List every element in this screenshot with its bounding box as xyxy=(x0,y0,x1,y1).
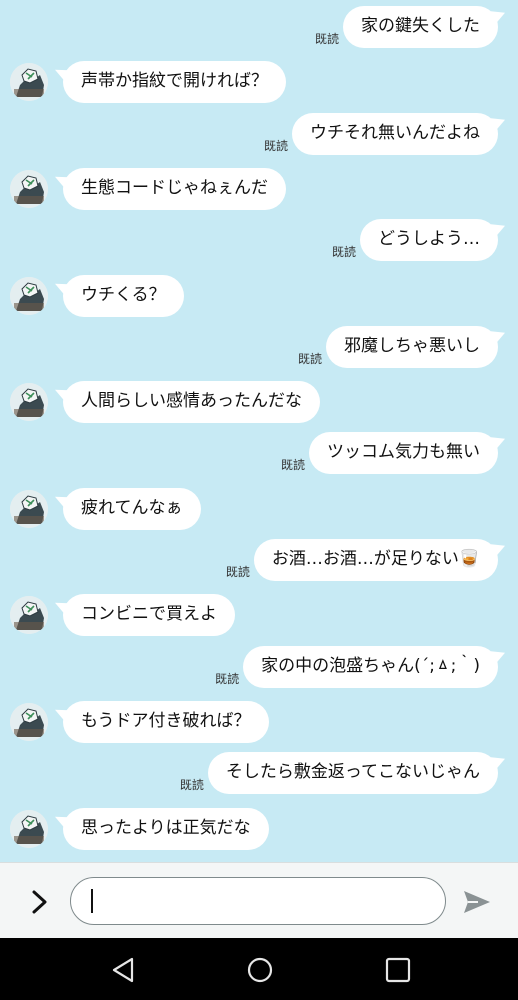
received-message-bubble[interactable]: 生態コードじゃねぇんだ xyxy=(63,167,286,210)
sent-message-bubble[interactable]: そしたら敷金返ってこないじゃん xyxy=(207,752,498,795)
chevron-right-icon[interactable] xyxy=(28,889,52,915)
back-triangle-icon[interactable] xyxy=(110,956,138,984)
received-message-row: 思ったよりは正気だな xyxy=(0,802,518,855)
sent-message-bubble[interactable]: 家の中の泡盛ちゃん(´;ㅿ;｀) xyxy=(243,645,498,688)
sent-message-bubble[interactable]: ツッコム気力も無い xyxy=(309,432,498,475)
read-receipt: 既読 xyxy=(331,245,356,260)
text-caret xyxy=(91,889,93,913)
received-message-bubble[interactable]: 疲れてんなぁ xyxy=(63,487,201,530)
avatar-icon[interactable] xyxy=(10,702,48,741)
sent-message-bubble[interactable]: ウチそれ無いんだよね xyxy=(292,112,498,155)
received-message-row: 生態コードじゃねぇんだ xyxy=(0,162,518,215)
sent-message-bubble[interactable]: 邪魔しちゃ悪いし xyxy=(326,325,498,368)
recents-square-icon[interactable] xyxy=(384,956,412,984)
sent-message-bubble[interactable]: 家の鍵失くした xyxy=(343,6,498,48)
read-receipt: 既読 xyxy=(280,458,305,473)
received-message-row: コンビニで買えよ xyxy=(0,588,518,641)
received-message-row: 人間らしい感情あったんだな xyxy=(0,375,518,428)
sent-message-row: 家の鍵失くした 既読 xyxy=(0,2,518,55)
system-navigation-bar xyxy=(0,938,518,1000)
avatar-icon[interactable] xyxy=(10,169,48,208)
avatar-icon[interactable] xyxy=(10,489,48,528)
received-message-bubble[interactable]: もうドア付き破れば？ xyxy=(63,700,269,743)
received-message-bubble[interactable]: 人間らしい感情あったんだな xyxy=(63,381,320,424)
sent-message-row: 邪魔しちゃ悪いし 既読 xyxy=(0,322,518,375)
received-message-bubble[interactable]: 声帯か指紋で開ければ？ xyxy=(63,61,286,104)
sent-message-row: どうしよう… 既読 xyxy=(0,215,518,268)
message-input[interactable] xyxy=(70,877,446,925)
sent-message-row: そしたら敷金返ってこないじゃん 既読 xyxy=(0,748,518,801)
avatar-icon[interactable] xyxy=(10,809,48,848)
sent-message-bubble[interactable]: どうしよう… xyxy=(360,219,498,262)
read-receipt: 既読 xyxy=(314,32,339,46)
received-message-bubble[interactable]: ウチくる？ xyxy=(63,274,184,317)
send-icon[interactable] xyxy=(462,889,492,915)
avatar-icon[interactable] xyxy=(10,596,48,635)
chat-area: 家の鍵失くした 既読 声帯か指紋で開ければ？ ウチそれ無いんだよね 既読 生態コードじゃね… xyxy=(0,0,518,862)
home-circle-icon[interactable] xyxy=(246,956,274,984)
received-message-row: もうドア付き破れば？ xyxy=(0,695,518,748)
avatar-icon[interactable] xyxy=(10,276,48,315)
avatar-icon[interactable] xyxy=(10,383,48,422)
received-message-bubble[interactable]: コンビニで買えよ xyxy=(63,594,235,637)
received-message-row: ウチくる？ xyxy=(0,269,518,322)
message-input-bar xyxy=(0,862,518,938)
read-receipt: 既読 xyxy=(179,778,204,793)
received-message-row: 声帯か指紋で開ければ？ xyxy=(0,55,518,108)
received-message-row: 疲れてんなぁ xyxy=(0,482,518,535)
sent-message-bubble[interactable]: お酒…お酒…が足りない🥃 xyxy=(253,539,498,581)
sent-message-row: ツッコム気力も無い 既読 xyxy=(0,428,518,481)
sent-message-row: 家の中の泡盛ちゃん(´;ㅿ;｀) 既読 xyxy=(0,642,518,695)
sent-message-row: お酒…お酒…が足りない🥃 既読 xyxy=(0,535,518,588)
read-receipt: 既読 xyxy=(225,565,250,579)
read-receipt: 既読 xyxy=(215,671,240,686)
avatar-icon[interactable] xyxy=(10,63,48,102)
sent-message-row: ウチそれ無いんだよね 既読 xyxy=(0,109,518,162)
read-receipt: 既読 xyxy=(263,138,288,153)
received-message-bubble[interactable]: 思ったよりは正気だな xyxy=(63,807,269,850)
read-receipt: 既読 xyxy=(297,351,322,366)
